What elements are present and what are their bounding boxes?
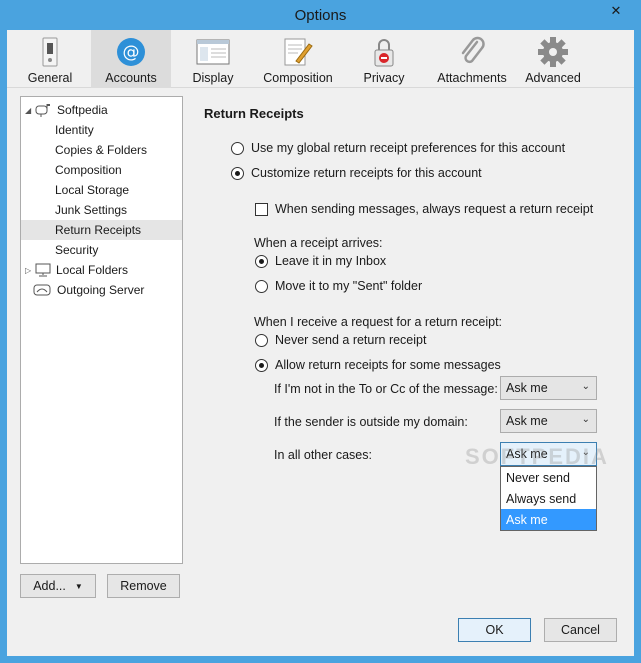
tree-item-softpedia[interactable]: ◢ Softpedia <box>21 100 182 120</box>
radio-circle <box>255 333 268 347</box>
monitor-icon <box>35 263 51 277</box>
paperclip-icon <box>455 35 489 69</box>
select-value: Ask me <box>506 381 548 395</box>
tree-item-composition[interactable]: Composition <box>21 160 182 180</box>
tab-label: Attachments <box>437 71 507 85</box>
tab-label: Display <box>192 71 234 85</box>
never-send-label: Never send a return receipt <box>275 333 427 347</box>
move-sent-radio[interactable]: Move it to my "Sent" folder <box>255 279 422 293</box>
radio-circle <box>255 279 268 293</box>
tree-item-label: Copies & Folders <box>55 143 148 157</box>
title-bar: Options ✕ <box>0 0 641 30</box>
radio-circle <box>255 254 268 268</box>
all-other-dropdown-list[interactable]: Never send Always send Ask me <box>500 466 597 531</box>
tree-item-label: Security <box>55 243 99 257</box>
window-title: Options <box>294 7 347 24</box>
dialog-client: General @ Accounts Display Composition P… <box>7 30 634 656</box>
radio-circle <box>231 166 244 180</box>
use-global-radio[interactable]: Use my global return receipt preferences… <box>231 141 565 155</box>
tree-item-label: Softpedia <box>57 103 108 117</box>
allow-some-radio[interactable]: Allow return receipts for some messages <box>255 358 501 372</box>
tree-item-local-storage[interactable]: Local Storage <box>21 180 182 200</box>
leave-inbox-radio[interactable]: Leave it in my Inbox <box>255 254 386 268</box>
radio-circle <box>231 141 244 155</box>
dropdown-arrow-icon: ▼ <box>74 581 83 591</box>
ok-button[interactable]: OK <box>458 618 531 642</box>
tab-composition[interactable]: Composition <box>255 30 341 88</box>
tree-item-label: Local Folders <box>56 263 129 277</box>
tree-item-identity[interactable]: Identity <box>21 120 182 140</box>
tree-item-security[interactable]: Security <box>21 240 182 260</box>
leave-inbox-label: Leave it in my Inbox <box>275 254 387 268</box>
tab-label: Privacy <box>363 71 405 85</box>
mailbox-icon <box>35 103 51 117</box>
tree-item-label: Local Storage <box>55 183 130 197</box>
sender-outside-label: If the sender is outside my domain: <box>274 415 468 429</box>
tab-label: Advanced <box>525 71 581 85</box>
option-always-send[interactable]: Always send <box>501 488 596 509</box>
add-button-label: Add... <box>33 579 66 593</box>
always-request-label: When sending messages, always request a … <box>275 202 594 216</box>
tree-item-label: Junk Settings <box>55 203 128 217</box>
svg-text:@: @ <box>123 43 140 63</box>
select-value: Ask me <box>506 414 548 428</box>
gear-icon <box>536 35 570 69</box>
tab-display[interactable]: Display <box>173 30 253 88</box>
tab-label: Composition <box>263 71 333 85</box>
close-button[interactable]: ✕ <box>599 0 633 22</box>
option-ask-me[interactable]: Ask me <box>501 509 596 530</box>
chevron-down-icon: ⌄ <box>581 414 590 425</box>
tab-advanced[interactable]: Advanced <box>521 30 585 88</box>
expand-arrow-icon[interactable]: ▷ <box>25 266 33 275</box>
move-sent-label: Move it to my "Sent" folder <box>275 279 423 293</box>
cancel-button[interactable]: Cancel <box>544 618 617 642</box>
at-sign-icon: @ <box>114 35 148 69</box>
tab-label: General <box>27 71 73 85</box>
never-send-radio[interactable]: Never send a return receipt <box>255 333 426 347</box>
when-arrives-label: When a receipt arrives: <box>254 236 383 250</box>
tab-label: Accounts <box>105 71 157 85</box>
remove-account-button[interactable]: Remove <box>107 574 180 598</box>
tree-item-junk-settings[interactable]: Junk Settings <box>21 200 182 220</box>
tree-item-local-folders[interactable]: ▷ Local Folders <box>21 260 182 280</box>
account-tree[interactable]: ◢ Softpedia Identity Copies & Folders Co… <box>20 96 183 564</box>
allow-some-label: Allow return receipts for some messages <box>275 358 501 372</box>
all-other-label: In all other cases: <box>274 448 372 462</box>
not-in-to-label: If I'm not in the To or Cc of the messag… <box>274 382 498 396</box>
tree-item-return-receipts[interactable]: Return Receipts <box>21 220 182 240</box>
outgoing-server-icon <box>33 284 51 296</box>
window-icon <box>196 35 230 69</box>
add-account-button[interactable]: Add... ▼ <box>20 574 96 598</box>
chevron-down-icon: ⌄ <box>581 381 590 392</box>
sender-outside-select[interactable]: Ask me ⌄ <box>500 409 597 433</box>
radio-circle <box>255 358 268 372</box>
category-toolbar: General @ Accounts Display Composition P… <box>7 30 634 88</box>
option-never-send[interactable]: Never send <box>501 467 596 488</box>
tree-item-copies-folders[interactable]: Copies & Folders <box>21 140 182 160</box>
options-window: Options ✕ General @ Accounts Display Com… <box>0 0 641 663</box>
return-receipts-panel: Return Receipts Use my global return rec… <box>189 88 634 656</box>
always-request-checkbox[interactable]: When sending messages, always request a … <box>255 202 593 216</box>
when-request-label: When I receive a request for a return re… <box>254 315 503 329</box>
tree-item-label: Identity <box>55 123 94 137</box>
tree-item-outgoing-server[interactable]: Outgoing Server <box>21 280 182 300</box>
use-global-label: Use my global return receipt preferences… <box>251 141 566 155</box>
tree-item-label: Composition <box>55 163 122 177</box>
checkbox-box <box>255 202 268 216</box>
tab-privacy[interactable]: Privacy <box>347 30 421 88</box>
tab-accounts[interactable]: @ Accounts <box>91 30 171 88</box>
tree-item-label: Outgoing Server <box>57 283 145 297</box>
tab-general[interactable]: General <box>11 30 89 88</box>
lock-icon <box>367 35 401 69</box>
customize-label: Customize return receipts for this accou… <box>251 166 482 180</box>
pen-paper-icon <box>281 35 315 69</box>
tab-attachments[interactable]: Attachments <box>425 30 519 88</box>
collapse-arrow-icon[interactable]: ◢ <box>25 106 33 115</box>
switch-icon <box>33 35 67 69</box>
tree-item-label: Return Receipts <box>55 223 142 237</box>
not-in-to-select[interactable]: Ask me ⌄ <box>500 376 597 400</box>
customize-radio[interactable]: Customize return receipts for this accou… <box>231 166 482 180</box>
page-title: Return Receipts <box>204 106 304 121</box>
